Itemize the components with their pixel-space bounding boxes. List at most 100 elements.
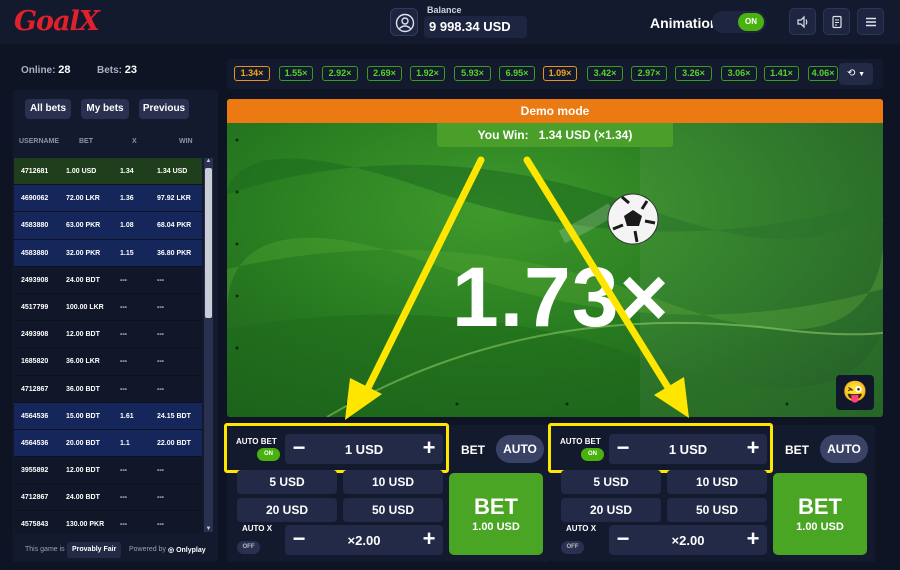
bet-cell: 24.00 BDT <box>66 276 100 284</box>
table-row: 4564536 20.00 BDT 1.1 22.00 BDT <box>14 429 202 458</box>
quick-amount-button[interactable]: 50 USD <box>343 498 443 522</box>
auto-x-toggle[interactable]: OFF <box>237 541 260 554</box>
username-cell: 4583880 <box>21 249 49 257</box>
increase-amount-button[interactable]: + <box>740 436 766 462</box>
current-multiplier: 1.73× <box>452 250 670 344</box>
username-cell: 2493908 <box>21 331 49 339</box>
bets-panel: All bets My bets Previous USERNAME BET X… <box>13 90 218 562</box>
x-cell: 1.34 <box>120 168 134 175</box>
win-cell: 22.00 BDT <box>157 439 191 447</box>
amount-stepper: − 1 USD + <box>285 434 443 464</box>
avatar[interactable] <box>390 8 418 36</box>
balance-label: Balance <box>427 5 462 15</box>
history-icon: ⟲ <box>846 68 856 79</box>
x-cell: --- <box>120 494 127 502</box>
table-row: 4564536 15.00 BDT 1.61 24.15 BDT <box>14 402 202 430</box>
tab-previous[interactable]: Previous <box>139 99 189 119</box>
auto-bet-toggle[interactable]: ON <box>257 448 280 461</box>
bet-button[interactable]: BET 1.00 USD <box>773 473 867 555</box>
username-cell: 2493908 <box>21 276 49 284</box>
history-chip: 1.55× <box>279 66 313 81</box>
table-row: 4690062 72.00 LKR 1.36 97.92 LKR <box>14 185 202 213</box>
scrollbar-thumb[interactable] <box>205 168 212 318</box>
quick-amount-button[interactable]: 20 USD <box>237 498 337 522</box>
x-cell: --- <box>120 303 127 311</box>
win-cell: --- <box>157 385 164 393</box>
bets-count: 23 <box>124 64 138 76</box>
username-cell: 1685820 <box>21 358 49 366</box>
win-cell: --- <box>157 303 164 311</box>
scrollbar[interactable]: ▲ ▼ <box>204 158 213 532</box>
bet-button[interactable]: BET 1.00 USD <box>449 473 543 555</box>
user-icon <box>395 13 415 33</box>
x-cell: 1.08 <box>120 222 134 230</box>
animation-toggle[interactable]: ON <box>712 11 766 33</box>
provider-name: Onlyplay <box>176 547 206 554</box>
online-label: Online: <box>21 65 56 76</box>
table-row: 4712867 24.00 BDT --- --- <box>14 484 202 512</box>
provably-fair-button[interactable]: Provably Fair <box>67 542 122 558</box>
history-chip: 2.69× <box>367 66 402 81</box>
table-row: 4517799 100.00 LKR --- --- <box>14 293 202 322</box>
history-chip: 2.97× <box>631 66 667 81</box>
win-cell: --- <box>157 521 164 529</box>
tab-bet[interactable]: BET <box>461 443 485 457</box>
x-cell: 1.15 <box>120 249 134 257</box>
multiplier-history: ⟲ ▼ 1.34× 1.55× 2.92× 2.69× 1.92× 5.93× 6.95× 1… <box>227 59 883 89</box>
increase-auto-x-button[interactable]: + <box>416 527 442 553</box>
auto-x-label: AUTO X <box>566 524 597 533</box>
quick-amount-button[interactable]: 10 USD <box>343 470 443 494</box>
quick-amount-button[interactable]: 5 USD <box>561 470 661 494</box>
tab-all-bets[interactable]: All bets <box>25 99 71 119</box>
scroll-up-icon[interactable]: ▲ <box>205 158 212 164</box>
column-win: WIN <box>179 138 193 145</box>
bets-table: 4712681 1.00 USD 1.34 1.34 USD 4690062 72.00 … <box>14 158 202 534</box>
quick-amount-button[interactable]: 5 USD <box>237 470 337 494</box>
win-cell: 68.04 PKR <box>157 222 192 230</box>
table-row: 2493908 12.00 BDT --- --- <box>14 321 202 349</box>
history-chip: 4.06× <box>808 66 838 81</box>
you-win-label: You Win: <box>477 128 529 142</box>
bet-cell: 36.00 BDT <box>66 385 100 393</box>
username-cell: 4712681 <box>21 168 49 175</box>
footer-text: This game is <box>25 546 65 553</box>
you-win-banner: You Win: 1.34 USD (×1.34) <box>437 123 673 147</box>
history-chip: 3.42× <box>587 66 623 81</box>
history-button[interactable]: ⟲ ▼ <box>839 63 873 85</box>
tab-auto[interactable]: AUTO <box>820 435 868 463</box>
balance-value: 9 998.34 USD <box>424 16 527 38</box>
emoji-button[interactable]: 😜 <box>836 375 874 410</box>
quick-amount-button[interactable]: 50 USD <box>667 498 767 522</box>
quick-amount-button[interactable]: 10 USD <box>667 470 767 494</box>
bet-cell: 12.00 BDT <box>66 331 100 339</box>
chevron-down-icon: ▼ <box>858 71 866 78</box>
quick-amount-button[interactable]: 20 USD <box>561 498 661 522</box>
rules-button[interactable] <box>823 8 850 35</box>
tab-auto[interactable]: AUTO <box>496 435 544 463</box>
amount-stepper: − 1 USD + <box>609 434 767 464</box>
x-cell: 1.61 <box>120 412 134 420</box>
x-cell: --- <box>120 521 127 529</box>
increase-auto-x-button[interactable]: + <box>740 527 766 553</box>
bet-button-label: BET <box>798 494 842 519</box>
scroll-down-icon[interactable]: ▼ <box>205 526 212 532</box>
bet-cell: 20.00 BDT <box>66 439 100 447</box>
bet-cell: 24.00 BDT <box>66 494 100 502</box>
history-chip: 3.06× <box>721 66 757 81</box>
win-cell: --- <box>157 358 164 366</box>
menu-button[interactable] <box>857 8 884 35</box>
bet-cell: 32.00 PKR <box>66 249 101 257</box>
auto-x-toggle[interactable]: OFF <box>561 541 584 554</box>
auto-x-stepper: − ×2.00 + <box>609 525 767 555</box>
x-cell: --- <box>120 358 127 366</box>
bet-cell: 63.00 PKR <box>66 222 101 230</box>
game-area: Demo mode You Win: 1.34 USD (×1.34) 1.73… <box>227 99 883 417</box>
bet-cell: 1.00 USD <box>66 168 97 175</box>
column-bet: BET <box>79 138 93 145</box>
tab-my-bets[interactable]: My bets <box>81 99 129 119</box>
auto-bet-toggle[interactable]: ON <box>581 448 604 461</box>
sound-button[interactable] <box>789 8 816 35</box>
document-icon <box>831 15 842 28</box>
increase-amount-button[interactable]: + <box>416 436 442 462</box>
tab-bet[interactable]: BET <box>785 443 809 457</box>
